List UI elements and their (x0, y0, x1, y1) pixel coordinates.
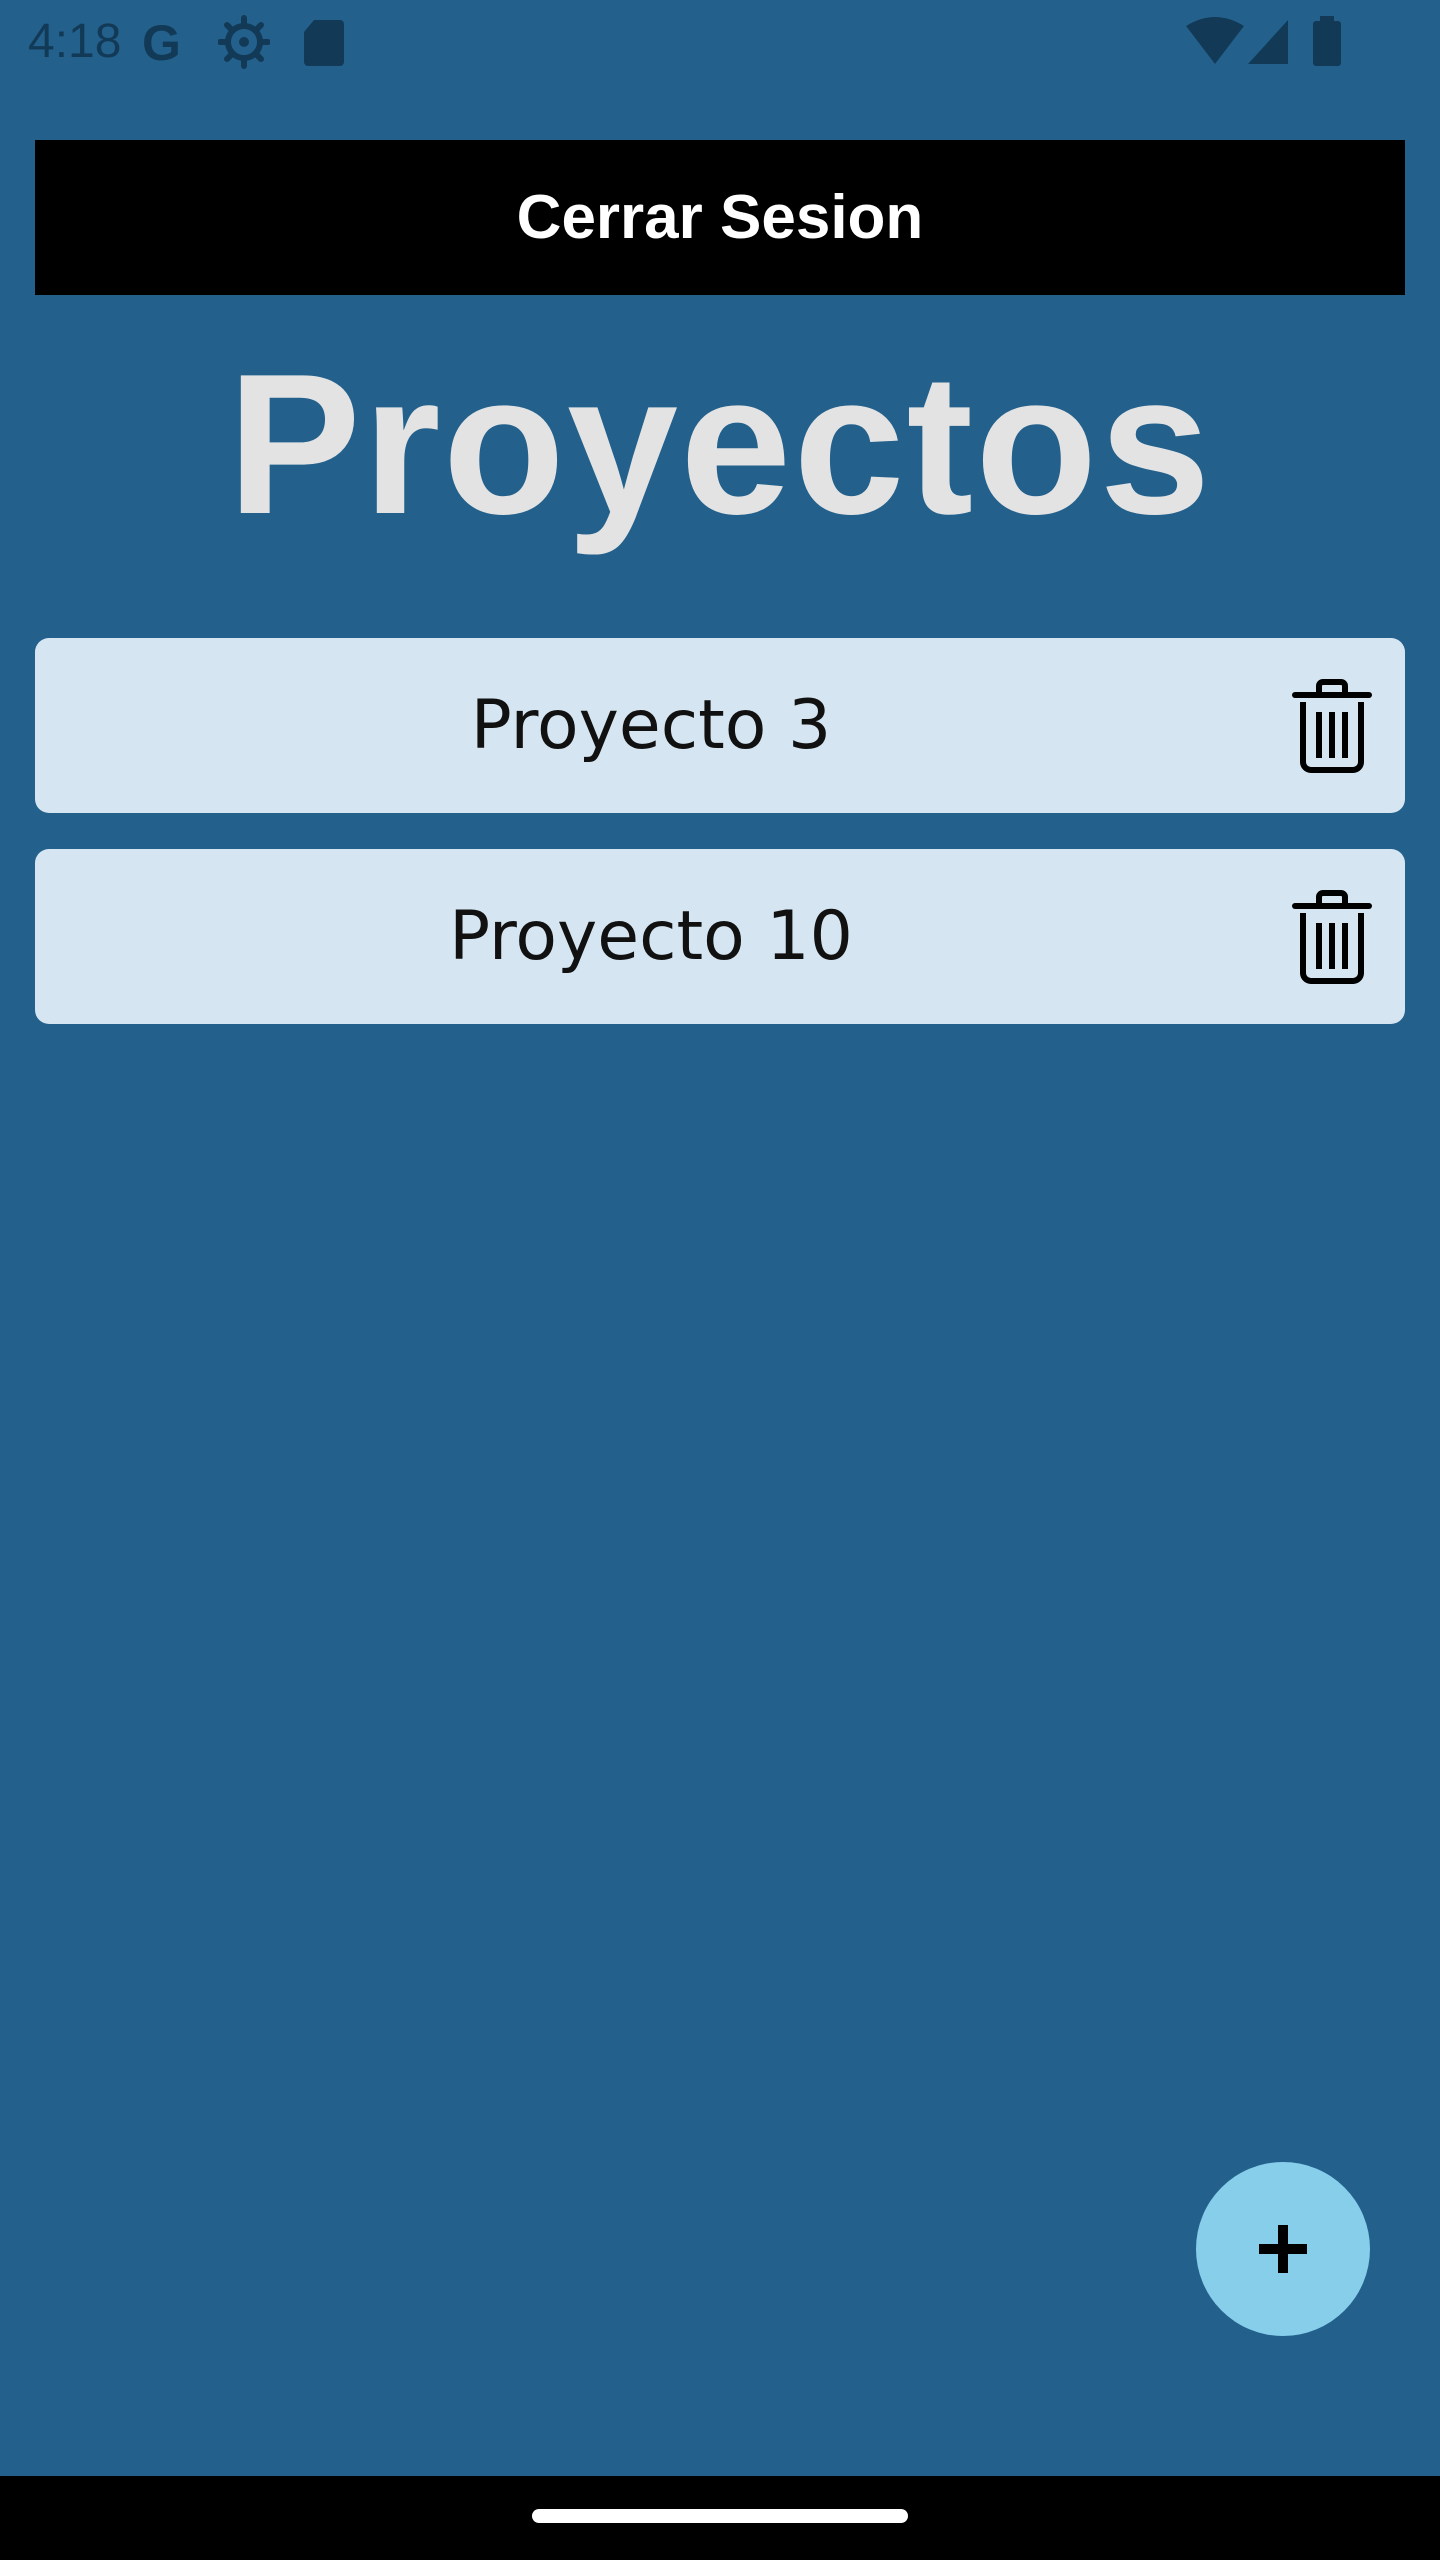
trash-icon (1292, 679, 1372, 773)
settings-gear-icon (217, 14, 271, 70)
plus-icon (1259, 2225, 1307, 2273)
add-project-button[interactable] (1196, 2162, 1370, 2336)
project-list: Proyecto 3 Proyecto 10 (35, 638, 1405, 1060)
status-time: 4:18 (28, 15, 122, 68)
home-gesture-handle[interactable] (532, 2509, 908, 2523)
project-name: Proyecto 10 (449, 897, 853, 976)
logout-button[interactable]: Cerrar Sesion (35, 140, 1405, 295)
project-card[interactable]: Proyecto 3 (35, 638, 1405, 813)
project-name: Proyecto 3 (470, 686, 832, 765)
navigation-bar (0, 2476, 1440, 2560)
sd-card-icon (298, 14, 350, 70)
cell-signal-icon (1246, 14, 1290, 70)
projects-screen: 4:18 G Cerrar Sesion Proyectos Proyecto … (0, 0, 1440, 2560)
battery-icon (1310, 14, 1344, 70)
trash-icon (1292, 890, 1372, 984)
project-card[interactable]: Proyecto 10 (35, 849, 1405, 1024)
google-icon: G (140, 14, 192, 71)
page-title: Proyectos (227, 333, 1213, 556)
delete-project-button[interactable] (1291, 889, 1373, 985)
svg-text:G: G (142, 15, 181, 70)
status-bar: 4:18 G (0, 0, 1440, 86)
wifi-icon (1184, 14, 1246, 70)
delete-project-button[interactable] (1291, 678, 1373, 774)
